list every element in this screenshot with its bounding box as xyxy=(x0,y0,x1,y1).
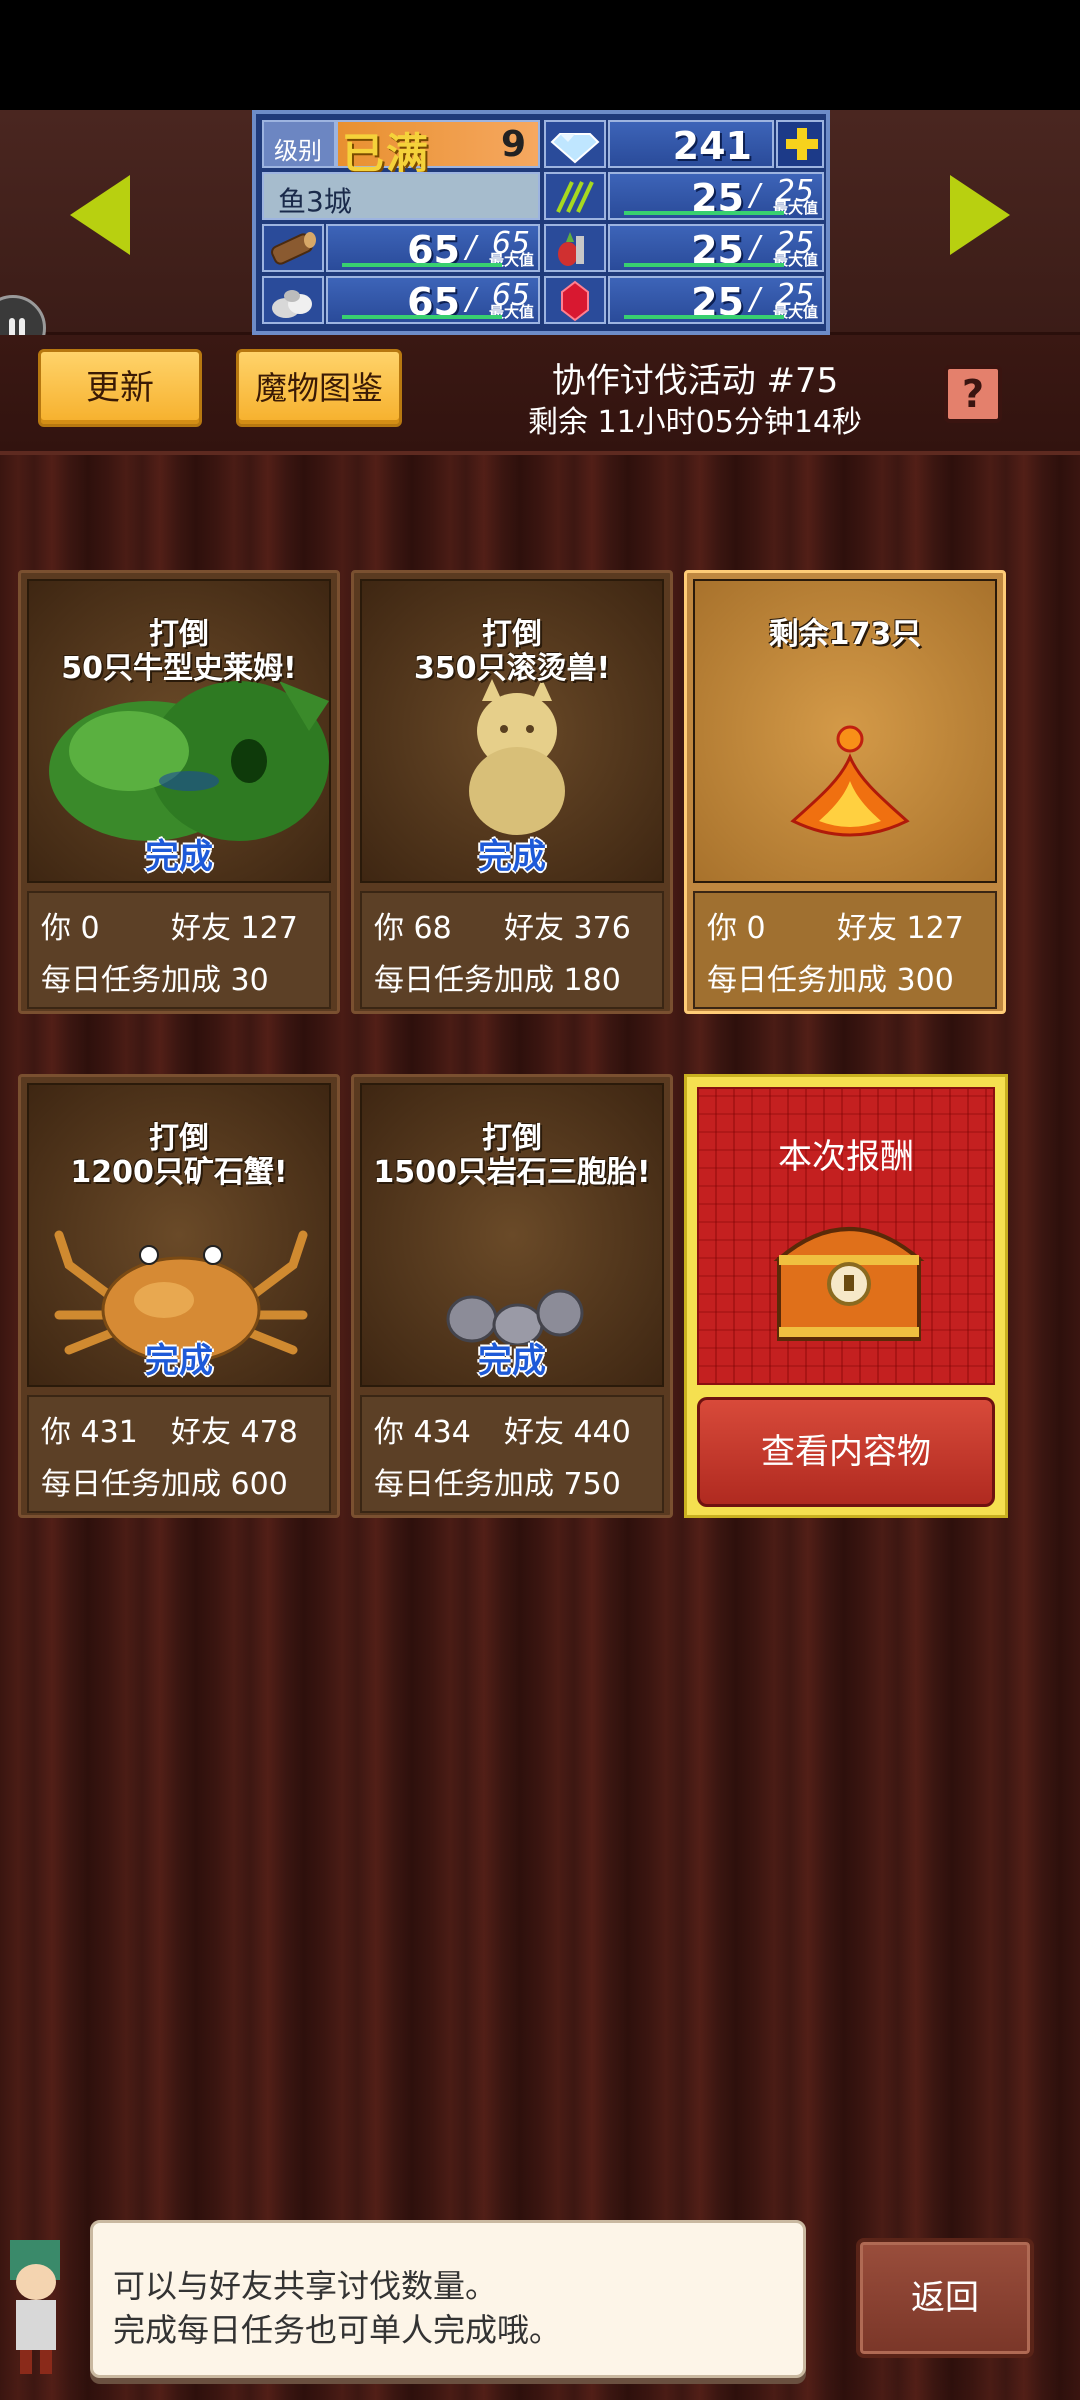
quest-goal-line2: 350只滚烫兽! xyxy=(413,651,611,686)
friend-label: 好友 xyxy=(171,911,231,946)
quest-remaining: 剩余173只 xyxy=(768,617,922,652)
bonus-value: 30 xyxy=(230,963,269,998)
prev-arrow-icon[interactable] xyxy=(70,175,130,255)
city-name: 鱼3城 xyxy=(262,172,540,220)
quest-stats: 你 434 好友 440 每日任务加成 750 xyxy=(360,1395,664,1513)
add-gems-button[interactable] xyxy=(776,120,824,168)
stone-resource: 65 / 65 最大值 xyxy=(326,276,540,324)
view-contents-button[interactable]: 查看内容物 xyxy=(697,1397,995,1507)
quest-status: 完成 xyxy=(145,837,213,877)
you-label: 你 xyxy=(41,911,71,946)
you-count: 68 xyxy=(413,911,452,946)
ruby-icon xyxy=(544,276,606,324)
quest-card-active[interactable]: 剩余173只 你 0 好友 127 每日任务加成 300 xyxy=(684,570,1006,1014)
friend-count: 440 xyxy=(573,1415,631,1450)
reward-title: 本次报酬 xyxy=(778,1137,914,1177)
friend-count: 127 xyxy=(240,911,298,946)
app-screen: 级别 已满 9 241 鱼3城 25 / 25 最大值 65 / 65 最大值 … xyxy=(0,110,1080,2400)
level-label: 级别 xyxy=(262,120,336,168)
quest-stats: 你 0 好友 127 每日任务加成 30 xyxy=(27,891,331,1009)
next-arrow-icon[interactable] xyxy=(950,175,1010,255)
resource-hud: 级别 已满 9 241 鱼3城 25 / 25 最大值 65 / 65 最大值 … xyxy=(0,110,1080,361)
bonus-label: 每日任务加成 xyxy=(41,1467,221,1502)
friend-label: 好友 xyxy=(504,911,564,946)
quest-stats: 你 431 好友 478 每日任务加成 600 xyxy=(27,1395,331,1513)
food-icon xyxy=(544,224,606,272)
status-bar xyxy=(0,0,1080,110)
you-label: 你 xyxy=(374,1415,404,1450)
update-button[interactable]: 更新 xyxy=(38,349,202,427)
bonus-label: 每日任务加成 xyxy=(374,963,554,998)
quest-status: 完成 xyxy=(478,837,546,877)
event-header: 更新 魔物图鉴 协作讨伐活动 #75 剩余 11小时05分钟14秒 ? xyxy=(0,335,1080,455)
friend-label: 好友 xyxy=(504,1415,564,1450)
wood-log-icon xyxy=(262,224,324,272)
gem-count: 241 xyxy=(608,120,774,168)
stats-panel: 级别 已满 9 241 鱼3城 25 / 25 最大值 65 / 65 最大值 … xyxy=(252,110,830,335)
reward-card: 本次报酬 查看内容物 xyxy=(684,1074,1008,1518)
grass-icon xyxy=(544,172,606,220)
diamond-icon xyxy=(544,120,606,168)
reward-panel: 本次报酬 xyxy=(697,1087,995,1385)
bonus-label: 每日任务加成 xyxy=(41,963,221,998)
friend-label: 好友 xyxy=(837,911,897,946)
bonus-value: 600 xyxy=(230,1467,288,1502)
level-number: 9 xyxy=(500,124,526,165)
bestiary-button[interactable]: 魔物图鉴 xyxy=(236,349,402,427)
hot-beast-sprite xyxy=(469,679,565,835)
hint-message-box: 可以与好友共享讨伐数量。 完成每日任务也可单人完成哦。 xyxy=(90,2220,806,2378)
quest-stats: 你 68 好友 376 每日任务加成 180 xyxy=(360,891,664,1009)
quest-card-slime[interactable]: 打倒 50只牛型史莱姆! 完成 你 0 好友 127 每日任务加成 30 xyxy=(18,570,340,1014)
quest-status: 完成 xyxy=(145,1341,213,1381)
you-count: 434 xyxy=(413,1415,471,1450)
quest-goal-line2: 50只牛型史莱姆! xyxy=(61,651,297,686)
bonus-value: 300 xyxy=(896,963,954,998)
back-button[interactable]: 返回 xyxy=(856,2238,1034,2358)
bonus-label: 每日任务加成 xyxy=(374,1467,554,1502)
quest-status: 完成 xyxy=(478,1341,546,1381)
bonus-value: 180 xyxy=(563,963,621,998)
fire-slime-sprite xyxy=(790,725,910,837)
event-title: 协作讨伐活动 #75 xyxy=(551,361,839,401)
hint-line2: 完成每日任务也可单人完成哦。 xyxy=(113,2311,562,2349)
you-label: 你 xyxy=(41,1415,71,1450)
ruby-resource: 25 / 25 最大值 xyxy=(608,276,824,324)
grass-resource: 25 / 25 最大值 xyxy=(608,172,824,220)
friend-count: 478 xyxy=(240,1415,298,1450)
help-button[interactable]: ? xyxy=(944,365,1002,423)
friend-count: 376 xyxy=(573,911,631,946)
food-resource: 25 / 25 最大值 xyxy=(608,224,824,272)
hint-line1: 可以与好友共享讨伐数量。 xyxy=(113,2267,498,2305)
friend-label: 好友 xyxy=(171,1415,231,1450)
quest-stats: 你 0 好友 127 每日任务加成 300 xyxy=(693,891,997,1009)
level-value: 已满 9 xyxy=(336,120,540,178)
bonus-label: 每日任务加成 xyxy=(707,963,887,998)
you-label: 你 xyxy=(707,911,737,946)
quest-card-rock-triplets[interactable]: 打倒 1500只岩石三胞胎! 完成 你 434 好友 440 每日任务加成 75… xyxy=(351,1074,673,1518)
friend-count: 127 xyxy=(906,911,964,946)
bonus-value: 750 xyxy=(563,1467,621,1502)
quest-card-hot-beast[interactable]: 打倒 350只滚烫兽! 完成 你 68 好友 376 每日任务加成 180 xyxy=(351,570,673,1014)
treasure-chest-icon xyxy=(773,1227,925,1341)
you-count: 431 xyxy=(80,1415,138,1450)
wood-resource: 65 / 65 最大值 xyxy=(326,224,540,272)
you-count: 0 xyxy=(746,911,766,946)
you-label: 你 xyxy=(374,911,404,946)
stone-ore-icon xyxy=(262,276,324,324)
quest-goal-line2: 1500只岩石三胞胎! xyxy=(373,1155,651,1190)
quest-card-ore-crab[interactable]: 打倒 1200只矿石蟹! 完成 你 431 好友 478 每日任务加成 600 xyxy=(18,1074,340,1518)
character-avatar xyxy=(10,2240,60,2374)
quest-goal-line2: 1200只矿石蟹! xyxy=(70,1155,288,1190)
event-time-remaining: 剩余 11小时05分钟14秒 xyxy=(527,405,863,440)
you-count: 0 xyxy=(80,911,100,946)
